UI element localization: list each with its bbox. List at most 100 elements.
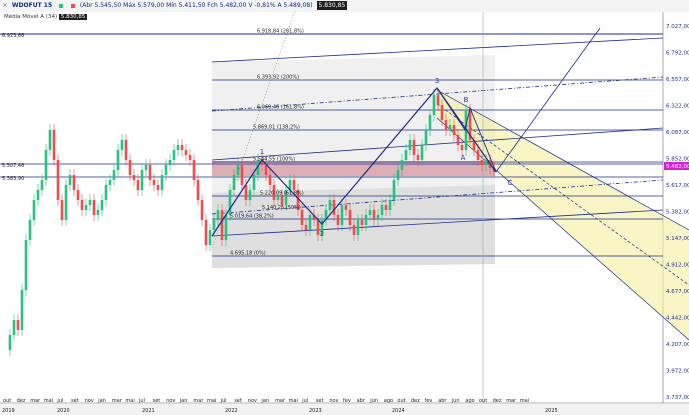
candle-body bbox=[332, 200, 336, 215]
x-month-label: mar bbox=[112, 398, 123, 404]
y-tick-label: 5.147,00 bbox=[666, 236, 689, 242]
candle-body bbox=[380, 205, 384, 215]
y-tick-label: 4.677,00 bbox=[666, 289, 689, 295]
candle-body bbox=[108, 180, 112, 185]
candle-body bbox=[120, 140, 124, 150]
x-month-label: mai bbox=[289, 398, 298, 404]
candle-body bbox=[168, 160, 172, 165]
fib-level-label: 5.869,01 (138,2%) bbox=[253, 125, 300, 131]
candle-body bbox=[72, 175, 76, 190]
y-tick-label: 6.322,00 bbox=[666, 104, 689, 110]
fib-level-label: 6.393,92 (200%) bbox=[257, 75, 299, 81]
y-tick-label: 5.617,00 bbox=[666, 183, 689, 189]
candle-body bbox=[128, 160, 132, 175]
fib-level-label: 4.695,18 (0%) bbox=[230, 251, 266, 257]
fib-level-label-partial: 5.140,25 (50%) bbox=[262, 205, 301, 211]
candle-body bbox=[420, 145, 424, 160]
price-chart[interactable]: 1 2 3 A B C 6.918,84 (261,8%) 6.393,92 (200%) 6.… bbox=[0, 0, 689, 415]
candle-body bbox=[220, 210, 224, 240]
candle-body bbox=[292, 180, 296, 190]
x-month-label: jan bbox=[97, 398, 106, 404]
candle-body bbox=[388, 200, 392, 210]
candle-body bbox=[412, 140, 416, 155]
x-month-label: mar bbox=[30, 398, 41, 404]
candle-body bbox=[28, 220, 32, 240]
candle-body bbox=[80, 200, 84, 210]
x-month-label: dez bbox=[17, 398, 26, 404]
candle-body bbox=[480, 160, 484, 165]
close-icon[interactable]: × bbox=[0, 0, 10, 12]
candle-down-icon bbox=[70, 4, 75, 8]
x-month-label: dez bbox=[493, 398, 502, 404]
left-price-label: 5.507,48 bbox=[2, 163, 24, 169]
x-month-label: nov bbox=[248, 398, 257, 404]
candle-body bbox=[432, 95, 436, 115]
x-month-label: jul bbox=[56, 398, 63, 404]
candle-body bbox=[340, 205, 344, 225]
wave-label: 1 bbox=[260, 148, 264, 156]
candle-body bbox=[400, 160, 404, 170]
candle-body bbox=[372, 210, 376, 220]
x-month-label: ago bbox=[465, 398, 474, 404]
candle-body bbox=[184, 150, 188, 155]
y-tick-label: 5.852,00 bbox=[666, 157, 689, 163]
candle-body bbox=[92, 200, 96, 215]
x-axis-background bbox=[0, 404, 689, 415]
candle-body bbox=[252, 175, 256, 190]
x-month-label: jul bbox=[138, 398, 145, 404]
resistance-zone bbox=[212, 161, 495, 176]
chart-header: × WDOFUT 15 (Abr 5.545,50 Máx 5.579,00 M… bbox=[0, 0, 689, 12]
candle-body bbox=[132, 175, 136, 180]
candle-body bbox=[152, 180, 156, 185]
candle-body bbox=[368, 210, 372, 215]
candle-body bbox=[436, 95, 440, 105]
candle-body bbox=[56, 160, 60, 200]
x-month-label: set bbox=[316, 398, 324, 404]
wave-label: C bbox=[508, 179, 513, 187]
candle-body bbox=[88, 200, 92, 205]
candle-body bbox=[40, 180, 44, 190]
x-month-label: mai bbox=[207, 398, 216, 404]
x-month-label: jun bbox=[451, 398, 460, 404]
candle-body bbox=[44, 150, 48, 180]
candle-body bbox=[116, 150, 120, 170]
candle-body bbox=[12, 320, 16, 335]
candle-body bbox=[328, 200, 332, 210]
y-tick-label: 5.382,00 bbox=[666, 210, 689, 216]
candle-body bbox=[176, 145, 180, 150]
candle-body bbox=[192, 160, 196, 180]
candle-body bbox=[48, 130, 52, 150]
candle-body bbox=[216, 210, 220, 220]
x-year-label: 2020 bbox=[57, 408, 70, 414]
candle-body bbox=[136, 180, 140, 190]
candle-body bbox=[68, 175, 72, 185]
y-tick-label: 4.912,00 bbox=[666, 263, 689, 269]
x-year-label: 2023 bbox=[309, 408, 322, 414]
candle-body bbox=[16, 320, 20, 330]
candle-body bbox=[52, 130, 56, 160]
ohlc-readout: (Abr 5.545,50 Máx 5.579,00 Mín 5.411,50 … bbox=[79, 2, 313, 9]
candle-body bbox=[244, 185, 248, 200]
candle-body bbox=[212, 220, 216, 230]
x-month-label: nov bbox=[329, 398, 338, 404]
wave-label: 2 bbox=[320, 230, 324, 238]
candle-body bbox=[304, 225, 308, 230]
indicator-value: 5.830,85 bbox=[58, 14, 88, 20]
candle-body bbox=[376, 215, 380, 220]
candle-body bbox=[460, 145, 464, 150]
left-price-label: 5.383,90 bbox=[2, 176, 24, 182]
fib-level-label: 5.220,09 (61,8%) bbox=[260, 191, 304, 197]
x-month-label: jan bbox=[179, 398, 188, 404]
candle-body bbox=[100, 200, 104, 210]
x-month-label: nov bbox=[166, 398, 175, 404]
candle-body bbox=[20, 290, 24, 330]
candle-body bbox=[84, 205, 88, 210]
x-month-label: abr bbox=[357, 398, 366, 404]
wave-label: B bbox=[464, 96, 469, 104]
x-year-label: 2021 bbox=[142, 408, 155, 414]
x-month-label: dez bbox=[411, 398, 420, 404]
last-value-badge: 5.830,85 bbox=[316, 1, 348, 10]
x-month-label: set bbox=[153, 398, 161, 404]
candle-body bbox=[180, 145, 184, 150]
projection-line bbox=[495, 27, 601, 173]
